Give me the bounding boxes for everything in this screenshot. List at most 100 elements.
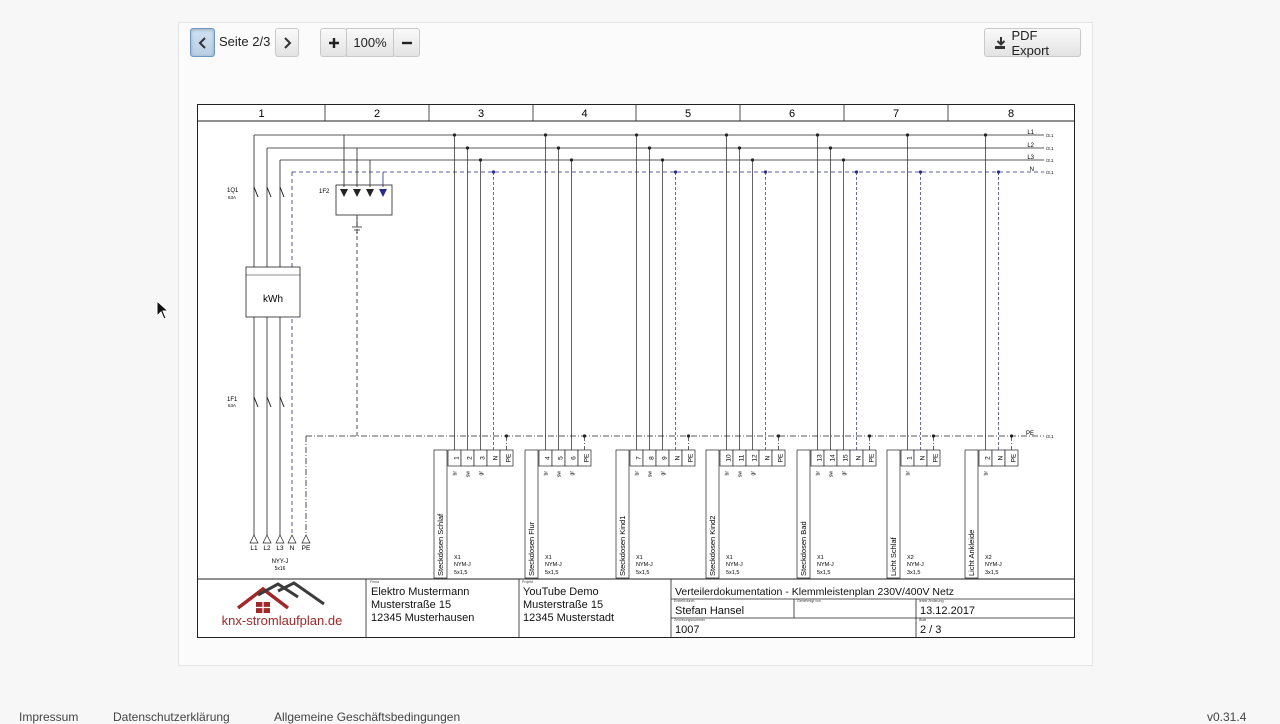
wire-color-label: sw: [557, 471, 563, 478]
cable-type: NYM-J: [545, 562, 562, 568]
chevron-left-icon: [198, 36, 206, 49]
junction-dot: [673, 170, 678, 174]
terminal-label: 5: [558, 456, 565, 460]
junction-dot: [763, 170, 768, 174]
bus-label: PE: [1026, 431, 1034, 437]
main-switch-id: 1Q1: [227, 188, 239, 194]
pdf-export-label: PDF Export: [1011, 27, 1050, 58]
wire-color-label: gr: [570, 471, 576, 476]
wire-color-label: sw: [648, 471, 654, 478]
terminal-label: 15: [843, 454, 850, 462]
projekt-caption: Projekt: [522, 580, 533, 584]
junction-dot: [478, 158, 483, 162]
wiring-diagram: 12345678 L1/3.1L2/3.1L3/3.1N/3.1PE/3.1 k…: [198, 105, 1074, 637]
junction-dot: [815, 133, 820, 137]
terminal-label: 12: [752, 454, 759, 462]
cable-size: 3x1,5: [907, 570, 920, 576]
cable-size: 5x1,5: [545, 570, 558, 576]
terminal-label: 2: [985, 456, 992, 460]
schematic-sheet: 12345678 L1/3.1 L2/3.1 L3/3.1 N/3.1 PE/3.1: [197, 104, 1075, 638]
page-indicator: Seite 2/3: [219, 34, 271, 49]
wire-color-label: br: [984, 471, 990, 476]
column-number: 3: [478, 108, 484, 120]
mouse-cursor-icon: [156, 300, 170, 320]
sheet-number: 2 / 3: [920, 624, 942, 636]
energy-meter: [245, 266, 301, 318]
spd-id: 1F2: [319, 189, 330, 195]
chevron-right-icon: [284, 36, 292, 49]
terminal-label: PE: [584, 453, 591, 462]
wire-color-label: gr: [479, 471, 485, 476]
terminal-label: N: [920, 455, 927, 460]
feed-terminal-label: L1: [250, 545, 258, 552]
feed-terminal-symbol: [287, 534, 297, 544]
terminal-label: 9: [662, 456, 669, 460]
zoom-level-display: 100%: [346, 28, 394, 57]
junction-dot: [854, 170, 859, 174]
rcd-rating: 63A: [228, 403, 236, 408]
terminal-label: N: [998, 455, 1005, 460]
junction-dot: [634, 133, 639, 137]
terminal-label: PE: [1011, 453, 1018, 462]
terminal-group: Steckdosen Kind2 10 11 12 N PE br sw gr X1NYM-J 5x…: [705, 133, 786, 579]
column-number: 6: [789, 108, 795, 120]
wire-color-label: br: [906, 471, 912, 476]
footer-link-agb[interactable]: Allgemeine Geschäftsbedingungen: [274, 710, 460, 724]
junction-dot: [996, 170, 1001, 174]
wire-color-label: br: [816, 471, 822, 476]
terminal-label: 11: [739, 454, 746, 461]
brand-name: knx-stromlaufplan.de: [221, 613, 343, 628]
terminal-label: 7: [636, 456, 643, 460]
cable-size: 5x1,5: [454, 570, 467, 576]
terminal-group: Licht Ankleide 2 N PE br X2NYM-J 3x1,5: [964, 133, 1019, 579]
last-change-date: 13.12.2017: [920, 605, 976, 617]
bus-lines: [292, 134, 1044, 437]
next-page-button[interactable]: [275, 28, 299, 57]
cable-size: 5x1,5: [817, 570, 830, 576]
junction-dot: [556, 146, 561, 150]
circuit-name: Steckdosen Bad: [799, 521, 808, 576]
cable-size: 5x1,5: [726, 570, 739, 576]
cable-size: 3x1,5: [985, 570, 998, 576]
prev-page-button[interactable]: [190, 28, 215, 57]
terminal-label: 1: [454, 456, 461, 460]
junction-dot: [737, 146, 742, 150]
feed-terminal-symbol: [275, 534, 285, 544]
firma-line-3: 12345 Musterhausen: [371, 612, 475, 624]
terminal-label: PE: [506, 453, 513, 462]
terminal-label: 8: [649, 456, 656, 460]
footer-link-impressum[interactable]: Impressum: [19, 710, 78, 724]
junction-dot: [465, 146, 470, 150]
feed-terminal-label: PE: [302, 545, 311, 552]
terminal-group: Licht Schlaf 1 N PE br X2NYM-J 3x1,5: [886, 133, 941, 579]
junction-dot: [983, 133, 988, 137]
zoom-in-button[interactable]: [320, 28, 347, 57]
junction-dot: [504, 434, 509, 438]
terminal-label: N: [856, 455, 863, 460]
bus-ref: /3.1: [1046, 434, 1054, 439]
junction-dot: [686, 434, 691, 438]
footer-link-datenschutz[interactable]: Datenschutzerklärung: [113, 710, 230, 724]
terminal-strip-id: X2: [985, 555, 992, 561]
terminal-strip-id: X2: [907, 555, 914, 561]
terminal-group: Steckdosen Flur 4 5 6 PE br sw gr X1NYM-J 5x1,5: [524, 133, 592, 579]
terminal-label: 6: [571, 456, 578, 460]
feed-terminal-symbol: [249, 534, 259, 544]
wire-color-label: br: [453, 471, 459, 476]
feed-wiring: [253, 134, 384, 535]
junction-dot: [750, 158, 755, 162]
bus-ref: /3.1: [1046, 133, 1054, 138]
zoom-out-button[interactable]: [393, 28, 420, 57]
junction-dot: [828, 146, 833, 150]
terminal-strip-id: X1: [454, 555, 461, 561]
download-icon: [995, 36, 1006, 49]
feed-terminal-label: L3: [276, 545, 284, 552]
bus-label: L2: [1027, 143, 1034, 149]
feed-cable-type: NYY-J: [272, 559, 289, 565]
terminal-strip-id: X1: [545, 555, 552, 561]
terminal-label: 1: [907, 456, 914, 460]
circuit-name: Steckdosen Schlaf: [436, 513, 445, 576]
terminal-label: PE: [933, 453, 940, 462]
pdf-export-button[interactable]: PDF Export: [984, 27, 1081, 58]
bus-ref: /3.1: [1046, 146, 1054, 151]
